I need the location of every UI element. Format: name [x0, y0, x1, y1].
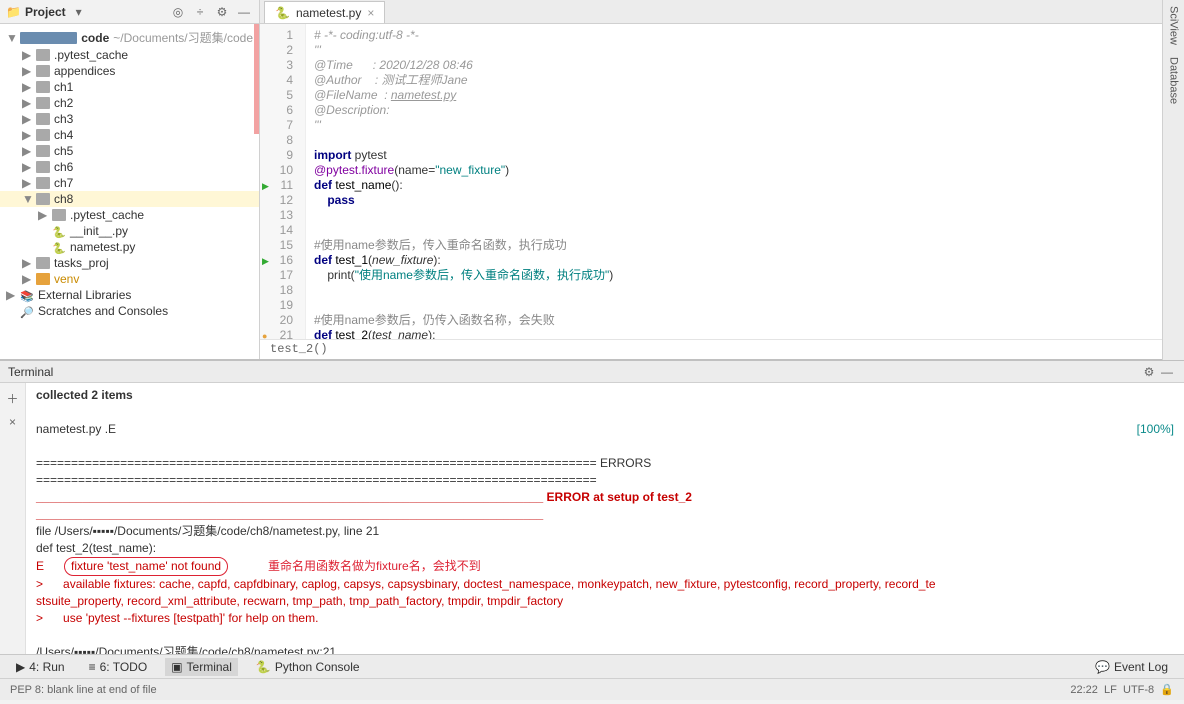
tool-sciview[interactable]: SciView: [1168, 6, 1180, 45]
tree-item-ch7[interactable]: ▶ ch7: [0, 175, 259, 191]
event-log[interactable]: 💬 Event Log: [1089, 658, 1174, 676]
status-line-sep[interactable]: LF: [1104, 684, 1117, 696]
tab-label: nametest.py: [296, 6, 361, 20]
divide-icon[interactable]: ÷: [191, 3, 209, 21]
tree-item-ch4[interactable]: ▶ ch4: [0, 127, 259, 143]
tree-item-tasks_proj[interactable]: ▶ tasks_proj: [0, 255, 259, 271]
add-terminal-icon[interactable]: ＋: [4, 389, 22, 407]
tool-run[interactable]: ▶ 4: Run: [10, 658, 71, 676]
terminal-title: Terminal: [8, 365, 53, 379]
tool-todo[interactable]: ≡ 6: TODO: [83, 658, 154, 676]
project-title: Project: [25, 5, 66, 19]
tree-item-__init__-py[interactable]: __init__.py: [0, 223, 259, 239]
tree-item-venv[interactable]: ▶ venv: [0, 271, 259, 287]
tree-item-ch8[interactable]: ▼ ch8: [0, 191, 259, 207]
path-21: /Users/▪▪▪▪▪/Documents/习题集/code/ch8/name…: [36, 644, 1174, 654]
project-icon: 📁: [6, 5, 21, 19]
right-tool-rail: SciView Database: [1162, 0, 1184, 360]
terminal-output[interactable]: collected 2 items nametest.py .E [100%] =…: [26, 383, 1184, 654]
tree-item--pytest_cache[interactable]: ▶ .pytest_cache: [0, 207, 259, 223]
bottom-toolbar: ▶ 4: Run ≡ 6: TODO ▣ Terminal 🐍 Python C…: [0, 654, 1184, 678]
tree-item-ch2[interactable]: ▶ ch2: [0, 95, 259, 111]
python-icon: 🐍: [275, 6, 290, 20]
status-bar: PEP 8: blank line at end of file 22:22 L…: [0, 678, 1184, 700]
fixture-not-found: fixture 'test_name' not found: [64, 557, 228, 576]
available-fixtures-2: stsuite_property, record_xml_attribute, …: [36, 593, 1174, 610]
close-icon[interactable]: ×: [367, 6, 374, 20]
tree-item-external-libraries[interactable]: ▶ External Libraries: [0, 287, 259, 303]
status-pep8: PEP 8: blank line at end of file: [10, 684, 157, 696]
status-encoding[interactable]: UTF-8: [1123, 684, 1154, 696]
error-at-separator: ________________________________________…: [36, 489, 1174, 523]
tree-item-ch5[interactable]: ▶ ch5: [0, 143, 259, 159]
tree-item-ch1[interactable]: ▶ ch1: [0, 79, 259, 95]
tab-nametest[interactable]: 🐍 nametest.py ×: [264, 1, 385, 23]
gear-icon[interactable]: ⚙: [213, 3, 231, 21]
collected-line: collected 2 items: [36, 387, 1174, 404]
tool-terminal[interactable]: ▣ Terminal: [165, 658, 238, 676]
code-area[interactable]: # -*- coding:utf-8 -*-'''@Time : 2020/12…: [306, 24, 1184, 339]
line-gutter[interactable]: 12345678910▶1112131415▶1617181920●2122: [260, 24, 306, 339]
help-line: use 'pytest --fixtures [testpath]' for h…: [63, 611, 318, 625]
tree-item-nametest-py[interactable]: nametest.py: [0, 239, 259, 255]
file-line: file /Users/▪▪▪▪▪/Documents/习题集/code/ch8…: [36, 523, 1174, 540]
gear-icon[interactable]: ⚙: [1140, 363, 1158, 381]
status-caret-pos[interactable]: 22:22: [1070, 684, 1098, 696]
breadcrumb[interactable]: test_2(): [260, 339, 1184, 359]
dropdown-icon[interactable]: ▾: [70, 3, 88, 21]
hide-icon[interactable]: —: [1158, 363, 1176, 381]
def-line: def test_2(test_name):: [36, 540, 1174, 557]
tree-item-appendices[interactable]: ▶ appendices: [0, 63, 259, 79]
terminal-panel: Terminal ⚙ — ＋ × collected 2 items namet…: [0, 360, 1184, 654]
tree-item-ch3[interactable]: ▶ ch3: [0, 111, 259, 127]
progress-pct: [100%]: [1137, 421, 1174, 438]
close-terminal-icon[interactable]: ×: [4, 413, 22, 431]
tool-python-console[interactable]: 🐍 Python Console: [250, 658, 366, 676]
editor-tabs: 🐍 nametest.py ×: [260, 0, 1184, 24]
collapse-icon[interactable]: —: [235, 3, 253, 21]
tree-item-scratches-and-consoles[interactable]: Scratches and Consoles: [0, 303, 259, 319]
tree-root[interactable]: ▼ code ~/Documents/习题集/code: [0, 28, 259, 47]
available-fixtures-1: available fixtures: cache, capfd, capfdb…: [63, 577, 935, 591]
project-sidebar: 📁 Project ▾ ◎ ÷ ⚙ — ▼ code ~/Documents/习…: [0, 0, 260, 359]
project-tree[interactable]: ▼ code ~/Documents/习题集/code▶ .pytest_cac…: [0, 24, 259, 359]
run-line: nametest.py .E: [36, 422, 116, 436]
target-icon[interactable]: ◎: [169, 3, 187, 21]
error-stripe: [253, 0, 259, 359]
tool-database[interactable]: Database: [1168, 57, 1180, 104]
annotation-text: 重命名用函数名做为fixture名，会找不到: [268, 558, 481, 575]
tree-item--pytest_cache[interactable]: ▶ .pytest_cache: [0, 47, 259, 63]
editor-area: 🐍 nametest.py × 12345678910▶1112131415▶1…: [260, 0, 1184, 359]
tree-item-ch6[interactable]: ▶ ch6: [0, 159, 259, 175]
errors-separator: ========================================…: [36, 455, 1174, 489]
